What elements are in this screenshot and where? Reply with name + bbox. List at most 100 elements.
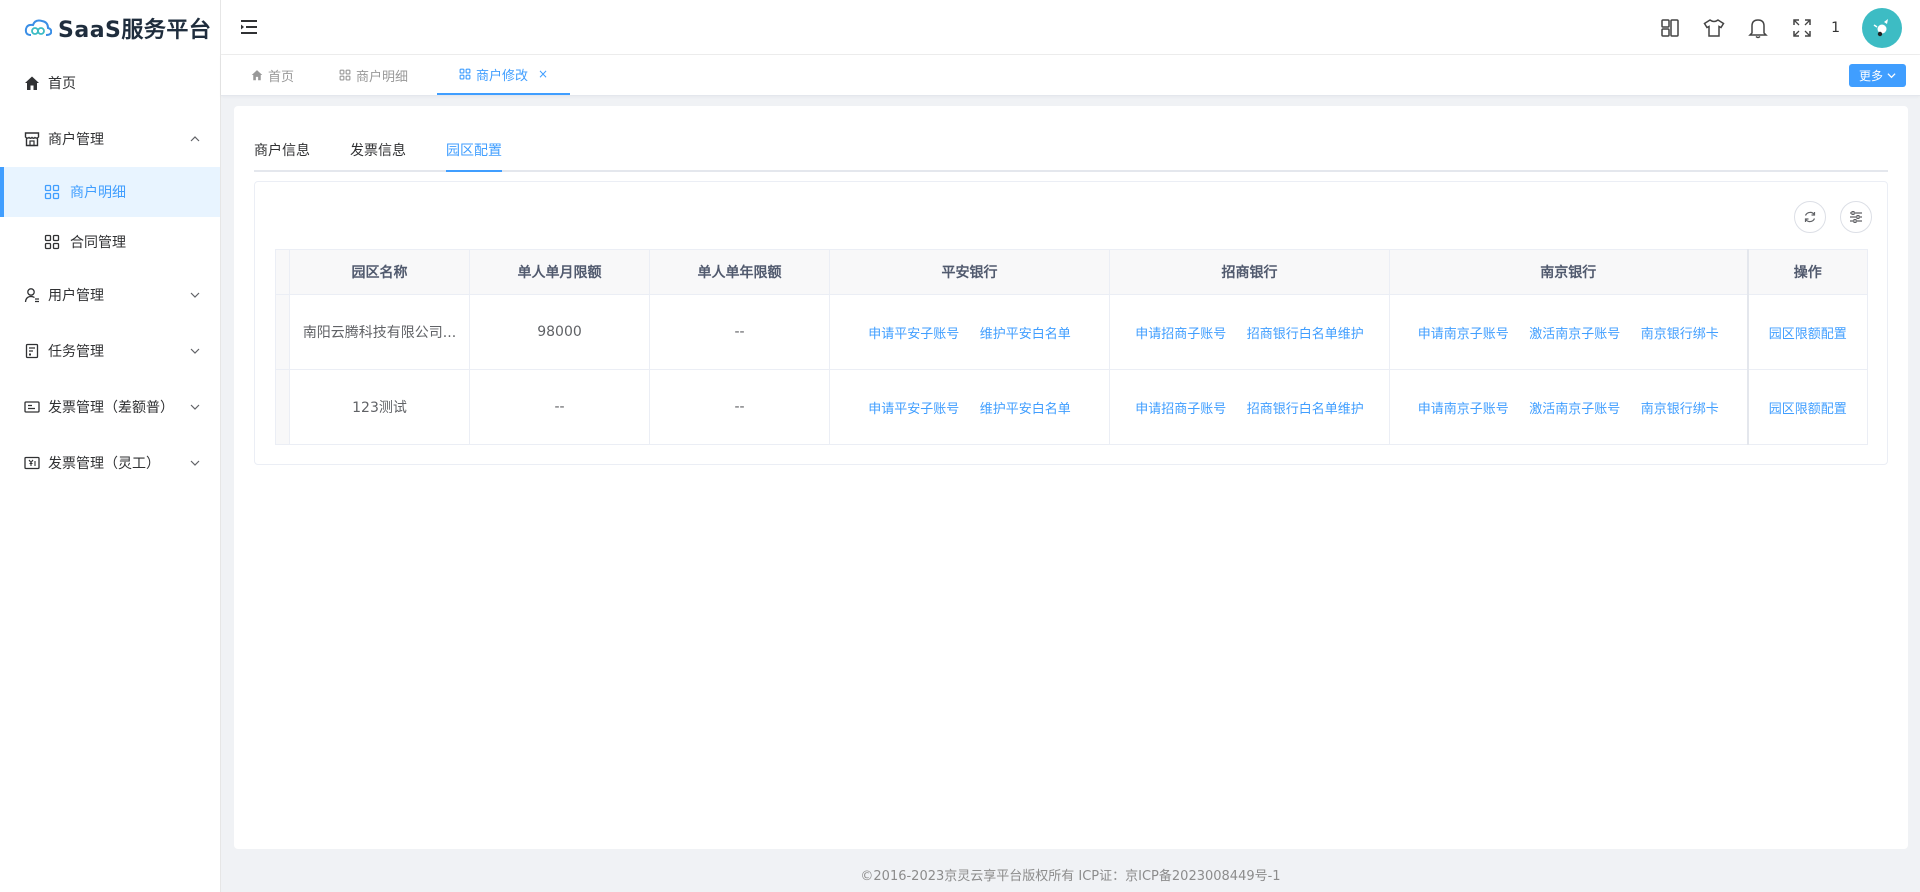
col-header: 操作 <box>1746 249 1868 295</box>
app-title: SaaS服务平台 <box>58 17 212 43</box>
park-table: 园区名称 单人单月限额 单人单年限额 平安银行 招商银行 南京银行 操作 南阳云… <box>275 249 1868 445</box>
more-button[interactable]: 更多 <box>1848 64 1906 87</box>
notification-count: 1 <box>1831 19 1840 36</box>
yearly-limit-cell: -- <box>649 294 830 370</box>
tab-park-config[interactable]: 园区配置 <box>446 136 502 172</box>
refresh-button[interactable] <box>1794 201 1826 233</box>
close-icon[interactable]: × <box>538 67 548 81</box>
grid-icon <box>339 69 351 81</box>
bell-icon[interactable] <box>1747 17 1769 39</box>
top-header: 1 <box>221 0 1920 55</box>
col-header: 平安银行 <box>829 249 1110 295</box>
menu-toggle-icon[interactable] <box>239 17 259 37</box>
tag-label: 商户修改 <box>476 68 529 84</box>
pingan-cell: 申请平安子账号 维护平安白名单 <box>829 369 1110 445</box>
apply-cmb-subaccount-link[interactable]: 申请招商子账号 <box>1135 402 1226 417</box>
sidebar: SaaS服务平台 首页 商户管理 商户明细 合同管理 用户管理 任务管理 发票管… <box>0 0 221 892</box>
tag-label: 首页 <box>268 69 295 85</box>
fullscreen-icon[interactable] <box>1791 17 1813 39</box>
tag-merchant-edit[interactable]: 商户修改 × <box>437 55 571 95</box>
user-avatar-icon <box>1873 18 1888 36</box>
cmb-whitelist-link[interactable]: 招商银行白名单维护 <box>1247 402 1364 417</box>
tags-view-bar: 首页 商户明细 商户修改 × 更多 <box>221 55 1920 96</box>
invoice-icon <box>24 399 40 415</box>
sidebar-item-invoice-diff[interactable]: 发票管理（差额普） <box>0 379 220 435</box>
pingan-cell: 申请平安子账号 维护平安白名单 <box>829 294 1110 370</box>
cmb-cell: 申请招商子账号 招商银行白名单维护 <box>1109 369 1390 445</box>
sidebar-item-user-mgmt[interactable]: 用户管理 <box>0 267 220 323</box>
grid-icon <box>459 68 471 80</box>
apply-pingan-subaccount-link[interactable]: 申请平安子账号 <box>868 327 959 342</box>
sidebar-item-merchant-mgmt[interactable]: 商户管理 <box>0 111 220 167</box>
chevron-down-icon <box>190 402 200 412</box>
avatar[interactable] <box>1862 7 1902 48</box>
grid-icon <box>44 184 60 200</box>
apply-pingan-subaccount-link[interactable]: 申请平安子账号 <box>868 402 959 417</box>
grid-icon <box>44 234 60 250</box>
chevron-down-icon <box>190 458 200 468</box>
apply-nanjing-subaccount-link[interactable]: 申请南京子账号 <box>1418 327 1509 342</box>
apply-nanjing-subaccount-link[interactable]: 申请南京子账号 <box>1418 402 1509 417</box>
home-icon <box>24 75 40 91</box>
table-header-row: 园区名称 单人单月限额 单人单年限额 平安银行 招商银行 南京银行 操作 <box>275 249 1868 295</box>
park-limit-config-link[interactable]: 园区限额配置 <box>1769 402 1847 417</box>
action-cell: 园区限额配置 <box>1746 369 1868 445</box>
tab-merchant-info[interactable]: 商户信息 <box>254 136 310 172</box>
cmb-cell: 申请招商子账号 招商银行白名单维护 <box>1109 294 1390 370</box>
table-row: 南阳云腾科技有限公司... 98000 -- 申请平安子账号 维护平安白名单 申… <box>275 294 1868 370</box>
nanjing-cell: 申请南京子账号 激活南京子账号 南京银行绑卡 <box>1389 294 1748 370</box>
main-card: 商户信息 发票信息 园区配置 园区名称 单人单月限额 单人单年限额 平安银行 招… <box>234 106 1908 849</box>
action-cell: 园区限额配置 <box>1746 294 1868 370</box>
nanjing-bind-card-link[interactable]: 南京银行绑卡 <box>1641 402 1719 417</box>
row-strip <box>275 294 290 370</box>
layout-icon[interactable] <box>1659 17 1681 39</box>
row-strip <box>275 369 290 445</box>
apply-cmb-subaccount-link[interactable]: 申请招商子账号 <box>1135 327 1226 342</box>
tag-merchant-detail[interactable]: 商户明细 <box>339 55 408 95</box>
chevron-down-icon <box>1887 71 1896 80</box>
sidebar-item-contract-mgmt[interactable]: 合同管理 <box>0 217 220 267</box>
sidebar-item-merchant-detail[interactable]: 商户明细 <box>0 167 220 217</box>
sidebar-item-label: 合同管理 <box>70 235 126 251</box>
monthly-limit-cell: -- <box>469 369 650 445</box>
skin-shirt-icon[interactable] <box>1703 17 1725 39</box>
sidebar-item-label: 用户管理 <box>48 288 104 304</box>
yuan-invoice-icon <box>24 455 40 471</box>
tag-label: 商户明细 <box>356 69 409 85</box>
chevron-up-icon <box>190 134 200 144</box>
cloud-logo-icon <box>24 19 52 36</box>
sidebar-item-label: 商户明细 <box>70 185 126 201</box>
sliders-icon <box>1850 211 1862 223</box>
sidebar-item-invoice-flex[interactable]: 发票管理（灵工） <box>0 435 220 491</box>
tab-invoice-info[interactable]: 发票信息 <box>350 136 406 172</box>
table-row: 123测试 -- -- 申请平安子账号 维护平安白名单 申请招商子账号 招商银行… <box>275 369 1868 445</box>
park-limit-config-link[interactable]: 园区限额配置 <box>1769 327 1847 342</box>
activate-nanjing-subaccount-link[interactable]: 激活南京子账号 <box>1529 402 1620 417</box>
home-icon <box>251 69 263 81</box>
maintain-pingan-whitelist-link[interactable]: 维护平安白名单 <box>980 327 1071 342</box>
col-header: 单人单月限额 <box>469 249 650 295</box>
row-strip <box>275 249 290 295</box>
sidebar-item-task-mgmt[interactable]: 任务管理 <box>0 323 220 379</box>
refresh-icon <box>1804 211 1816 223</box>
column-settings-button[interactable] <box>1840 201 1872 233</box>
more-label: 更多 <box>1858 69 1883 83</box>
nanjing-bind-card-link[interactable]: 南京银行绑卡 <box>1641 327 1719 342</box>
chevron-down-icon <box>190 290 200 300</box>
task-icon <box>24 343 40 359</box>
activate-nanjing-subaccount-link[interactable]: 激活南京子账号 <box>1529 327 1620 342</box>
sidebar-item-home[interactable]: 首页 <box>0 55 220 111</box>
footer-copyright: ©2016-2023京灵云享平台版权所有 ICP证：京ICP备202300844… <box>860 869 1281 884</box>
col-header: 招商银行 <box>1109 249 1390 295</box>
park-name-cell: 123测试 <box>289 369 470 445</box>
cmb-whitelist-link[interactable]: 招商银行白名单维护 <box>1247 327 1364 342</box>
park-name-cell: 南阳云腾科技有限公司... <box>289 294 470 370</box>
sidebar-item-label: 发票管理（灵工） <box>48 456 160 472</box>
monthly-limit-cell: 98000 <box>469 294 650 370</box>
nanjing-cell: 申请南京子账号 激活南京子账号 南京银行绑卡 <box>1389 369 1748 445</box>
maintain-pingan-whitelist-link[interactable]: 维护平安白名单 <box>980 402 1071 417</box>
park-config-panel: 园区名称 单人单月限额 单人单年限额 平安银行 招商银行 南京银行 操作 南阳云… <box>254 181 1888 465</box>
logo[interactable]: SaaS服务平台 <box>0 0 220 55</box>
tag-home[interactable]: 首页 <box>251 55 294 95</box>
sidebar-item-label: 商户管理 <box>48 132 104 148</box>
